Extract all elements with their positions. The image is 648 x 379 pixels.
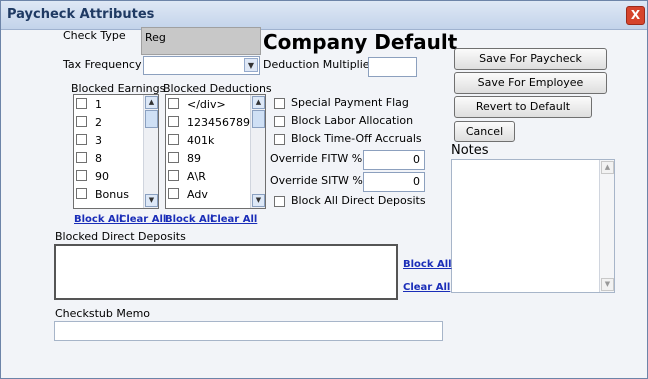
notes-label: Notes [451, 143, 489, 158]
check-type-field: Reg [141, 27, 261, 55]
chevron-down-icon[interactable]: ▼ [145, 194, 158, 207]
direct-deposits-clear-all-link[interactable]: Clear All [403, 282, 450, 293]
item-label: 401k [187, 134, 215, 147]
chevron-down-icon[interactable]: ▼ [252, 194, 265, 207]
tax-frequency-select[interactable]: ▼ [143, 56, 260, 75]
override-sitw-label: Override SITW % [270, 174, 363, 187]
list-item[interactable]: 89 [168, 150, 201, 168]
checkbox[interactable] [168, 116, 179, 127]
special-payment-label: Special Payment Flag [291, 96, 409, 109]
checkbox[interactable] [168, 98, 179, 109]
chevron-up-icon[interactable]: ▲ [601, 161, 614, 174]
save-for-paycheck-button[interactable]: Save For Paycheck [454, 48, 607, 70]
check-type-label: Check Type [63, 29, 126, 42]
list-item[interactable]: Bonus [76, 186, 129, 204]
deduction-multiplier-label: Deduction Multiplier [263, 58, 375, 71]
checkbox[interactable] [168, 152, 179, 163]
item-label: 90 [95, 170, 109, 183]
block-timeoff-checkbox[interactable] [274, 134, 285, 145]
scrollbar[interactable]: ▲ ▼ [143, 95, 158, 208]
list-item[interactable]: 2 [76, 114, 102, 132]
item-label: </div> [187, 98, 226, 111]
override-fitw-label: Override FITW % [270, 152, 363, 165]
chevron-up-icon[interactable]: ▲ [145, 96, 158, 109]
list-item[interactable]: A\R [168, 168, 206, 186]
list-item[interactable]: </div> [168, 96, 226, 114]
item-label: 2 [95, 116, 102, 129]
override-fitw-value: 0 [413, 153, 420, 166]
checkstub-memo-label: Checkstub Memo [55, 307, 151, 320]
override-fitw-input[interactable]: 0 [363, 150, 425, 170]
chevron-down-icon[interactable]: ▼ [601, 278, 614, 291]
cancel-button[interactable]: Cancel [454, 121, 515, 142]
revert-to-default-button[interactable]: Revert to Default [454, 96, 592, 118]
checkbox[interactable] [76, 98, 87, 109]
close-button[interactable]: X [626, 6, 645, 25]
checkbox[interactable] [76, 170, 87, 181]
paycheck-attributes-dialog: Paycheck Attributes X Check Type Reg Com… [0, 0, 648, 379]
tax-frequency-label: Tax Frequency [63, 58, 142, 71]
check-type-value: Reg [145, 31, 166, 44]
blocked-direct-deposits-box[interactable] [54, 244, 398, 300]
earnings-block-all-link[interactable]: Block All [74, 214, 123, 225]
earnings-clear-all-link[interactable]: Clear All [119, 214, 166, 225]
scroll-thumb[interactable] [145, 110, 158, 128]
list-item[interactable]: 401k [168, 132, 214, 150]
block-direct-deposits-checkbox[interactable] [274, 196, 285, 207]
blocked-deductions-list: </div> 1234567890 401k 89 A\R Adv ▲ ▼ [165, 94, 266, 209]
item-label: Bonus [95, 188, 129, 201]
blocked-earnings-list: 1 2 3 8 90 Bonus ▲ ▼ [73, 94, 159, 209]
direct-deposits-block-all-link[interactable]: Block All [403, 259, 452, 270]
item-label: 1 [95, 98, 102, 111]
list-item[interactable]: 3 [76, 132, 102, 150]
checkstub-memo-input[interactable] [54, 321, 443, 341]
checkbox[interactable] [76, 134, 87, 145]
block-timeoff-label: Block Time-Off Accruals [291, 132, 422, 145]
notes-textarea[interactable]: ▲ ▼ [451, 159, 615, 293]
block-labor-checkbox[interactable] [274, 116, 285, 127]
checkbox[interactable] [76, 116, 87, 127]
checkbox[interactable] [168, 170, 179, 181]
checkbox[interactable] [76, 152, 87, 163]
special-payment-checkbox[interactable] [274, 98, 285, 109]
block-labor-label: Block Labor Allocation [291, 114, 414, 127]
item-label: 1234567890 [187, 116, 257, 129]
checkbox[interactable] [168, 188, 179, 199]
checkbox[interactable] [168, 134, 179, 145]
checkbox[interactable] [76, 188, 87, 199]
item-label: A\R [187, 170, 206, 183]
save-for-employee-button[interactable]: Save For Employee [454, 72, 607, 94]
scrollbar[interactable]: ▲ ▼ [599, 160, 614, 292]
list-item[interactable]: Adv [168, 186, 208, 204]
chevron-down-icon[interactable]: ▼ [244, 58, 258, 72]
window-title: Paycheck Attributes [7, 7, 155, 22]
list-item[interactable]: 1 [76, 96, 102, 114]
deductions-block-all-link[interactable]: Block All [165, 214, 214, 225]
deduction-multiplier-input[interactable] [368, 57, 417, 77]
list-item[interactable]: 8 [76, 150, 102, 168]
item-label: 8 [95, 152, 102, 165]
company-default-title: Company Default [263, 30, 458, 54]
scroll-thumb[interactable] [252, 110, 265, 128]
blocked-direct-deposits-label: Blocked Direct Deposits [55, 230, 186, 243]
item-label: 89 [187, 152, 201, 165]
title-bar: Paycheck Attributes X [1, 1, 647, 30]
override-sitw-value: 0 [413, 175, 420, 188]
list-item[interactable]: 1234567890 [168, 114, 257, 132]
list-item[interactable]: 90 [76, 168, 109, 186]
block-direct-deposits-label: Block All Direct Deposits [291, 194, 426, 207]
scrollbar[interactable]: ▲ ▼ [250, 95, 265, 208]
override-sitw-input[interactable]: 0 [363, 172, 425, 192]
item-label: Adv [187, 188, 208, 201]
item-label: 3 [95, 134, 102, 147]
deductions-clear-all-link[interactable]: Clear All [210, 214, 257, 225]
chevron-up-icon[interactable]: ▲ [252, 96, 265, 109]
